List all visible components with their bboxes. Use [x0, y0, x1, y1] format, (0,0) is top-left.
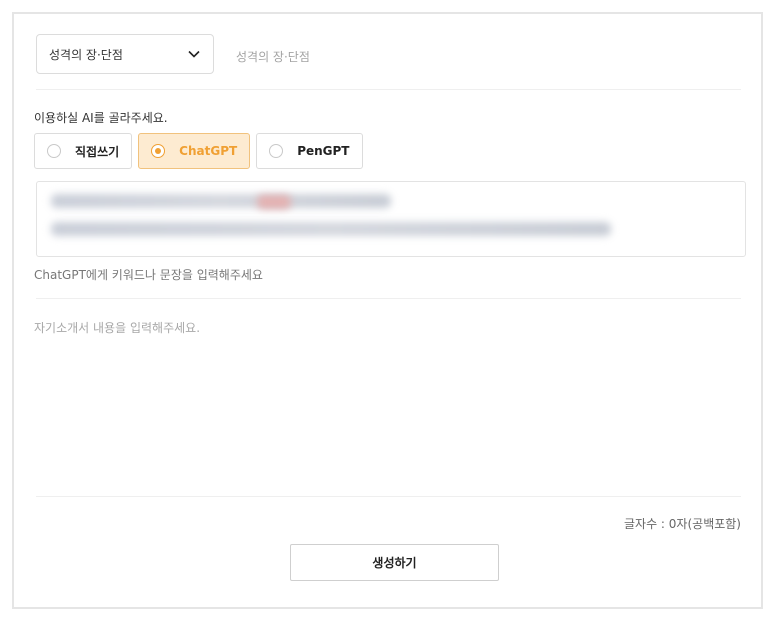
divider	[36, 89, 741, 90]
topic-select-value: 성격의 장·단점	[49, 47, 123, 62]
generate-button[interactable]: 생성하기	[290, 544, 499, 581]
blurred-text-highlight	[257, 195, 291, 209]
content-textarea[interactable]: 자기소개서 내용을 입력해주세요.	[34, 319, 200, 336]
topic-select[interactable]: 성격의 장·단점	[36, 34, 214, 74]
ai-option-label: PenGPT	[297, 144, 350, 158]
ai-option-label: ChatGPT	[179, 144, 238, 158]
chevron-down-icon	[188, 50, 200, 58]
blurred-text-line	[51, 222, 611, 236]
divider	[36, 496, 741, 497]
radio-icon	[269, 144, 284, 158]
ai-choice-label: 이용하실 AI를 골라주세요.	[34, 111, 168, 125]
prompt-input[interactable]	[36, 181, 746, 257]
radio-selected-icon	[151, 144, 166, 158]
ai-option-chatgpt[interactable]: ChatGPT	[138, 133, 251, 169]
prompt-hint: ChatGPT에게 키워드나 문장을 입력해주세요	[34, 268, 263, 282]
ai-option-label: 직접쓰기	[75, 144, 120, 159]
ai-option-group: 직접쓰기 ChatGPT PenGPT	[34, 133, 363, 169]
blurred-text-line	[51, 194, 391, 208]
radio-icon	[47, 144, 61, 158]
essay-generator-panel: 성격의 장·단점 성격의 장·단점 이용하실 AI를 골라주세요. 직접쓰기 C…	[12, 12, 763, 609]
char-count: 글자수 : 0자(공백포함)	[624, 517, 741, 531]
topic-hint: 성격의 장·단점	[236, 50, 310, 64]
ai-option-direct[interactable]: 직접쓰기	[34, 133, 133, 169]
divider	[36, 298, 741, 299]
ai-option-pengpt[interactable]: PenGPT	[256, 133, 363, 169]
